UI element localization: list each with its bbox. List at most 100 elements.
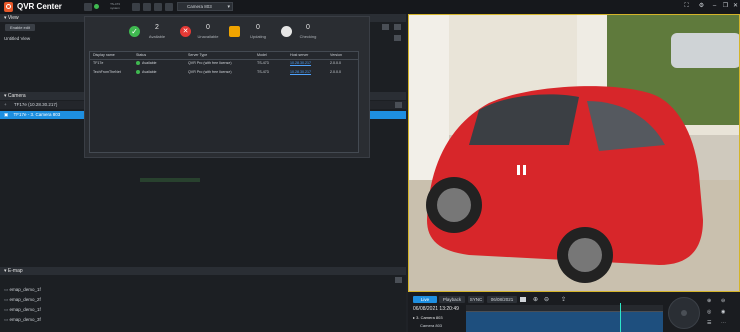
layout-4-icon[interactable] bbox=[165, 3, 173, 11]
emap-label: emap_demo_2f bbox=[9, 297, 41, 302]
zoom-out-icon[interactable]: ⊖ bbox=[721, 298, 725, 304]
emap-label: emap_demo_1f bbox=[9, 287, 41, 292]
cell-version: 2.0.0.0 bbox=[330, 61, 341, 65]
emap-label: emap_demo_3f bbox=[9, 317, 41, 322]
app-title: QVR Center bbox=[17, 2, 62, 11]
chevron-down-icon: ▾ bbox=[227, 4, 230, 10]
col-header: Version bbox=[330, 53, 342, 57]
updating-label: Updating bbox=[249, 34, 266, 39]
chevron-down-icon: ▾ bbox=[4, 93, 7, 99]
date-field[interactable]: 06/08/2021 bbox=[487, 296, 517, 303]
list-item[interactable]: ▭ emap_demo_3f bbox=[4, 317, 41, 323]
close-icon[interactable]: ✕ bbox=[732, 3, 739, 10]
cell-model: TS-473 bbox=[257, 61, 269, 65]
playback-timestamp: 06/08/2021 13:20:49 bbox=[413, 306, 459, 312]
host-link[interactable]: 10.28.30.217 bbox=[290, 69, 311, 76]
view-option-icon[interactable] bbox=[394, 35, 401, 41]
focus-icon[interactable]: ◎ bbox=[707, 309, 711, 315]
camera-server-label: TF17e (10.28.30.217) bbox=[13, 102, 58, 107]
camera-panel-title: Camera bbox=[7, 93, 26, 99]
col-header: Model bbox=[257, 53, 267, 57]
cell-model: TS-473 bbox=[257, 70, 269, 74]
calendar-icon[interactable] bbox=[520, 297, 526, 302]
fullscreen-icon[interactable]: ⛶ bbox=[683, 3, 690, 10]
minimize-icon[interactable]: – bbox=[711, 3, 718, 10]
more-icon[interactable]: ⋯ bbox=[721, 320, 726, 326]
camera-icon: ▣ bbox=[4, 112, 9, 117]
available-label: Available bbox=[148, 34, 166, 39]
monitor-icon[interactable] bbox=[84, 3, 92, 11]
col-header: Display name bbox=[93, 53, 115, 57]
view-item-label: Untitled View bbox=[4, 36, 31, 41]
add-view-icon[interactable] bbox=[382, 24, 389, 30]
col-header: Status bbox=[136, 53, 147, 57]
add-icon[interactable]: + bbox=[4, 102, 7, 107]
chevron-down-icon: ▾ bbox=[4, 15, 7, 21]
enable-edit-button[interactable]: Enable edit bbox=[5, 24, 35, 31]
checking-count: 0 bbox=[306, 24, 310, 31]
camera-label-text: 3. Camera 803 bbox=[416, 315, 443, 320]
settings-icon[interactable]: ⚙ bbox=[698, 3, 705, 10]
table-header: Display name Status Server Type Model Ho… bbox=[90, 52, 358, 60]
camera-option-icon[interactable] bbox=[395, 102, 402, 108]
emap-label: emap_demo_1f bbox=[9, 307, 41, 312]
unavailable-label: Unavailable bbox=[197, 34, 219, 39]
emap-panel-header: ▾ E-map bbox=[0, 267, 406, 275]
chevron-down-icon: ▾ bbox=[4, 268, 7, 274]
updating-count: 0 bbox=[256, 24, 260, 31]
unavailable-count: 0 bbox=[206, 24, 210, 31]
cell-name: TechFromTheNet bbox=[93, 70, 121, 74]
emap-add-icon[interactable] bbox=[395, 277, 402, 283]
preset-icon[interactable]: ☰ bbox=[707, 320, 711, 326]
export-icon[interactable]: ⇪ bbox=[561, 296, 566, 303]
list-item[interactable]: ▭ emap_demo_1f bbox=[4, 307, 41, 313]
layout-1-icon[interactable] bbox=[132, 3, 140, 11]
server-info[interactable]: TS-473 system bbox=[104, 2, 126, 10]
zoom-in-icon[interactable]: ⊕ bbox=[707, 298, 711, 304]
cell-status: Available bbox=[142, 61, 157, 65]
video-frame bbox=[409, 15, 739, 291]
list-item[interactable]: ▭ emap_demo_1f bbox=[4, 287, 41, 293]
ptz-center-icon[interactable] bbox=[681, 310, 687, 316]
col-header: Host server bbox=[290, 53, 309, 57]
table-row[interactable]: TechFromTheNet Available QVR Pro (with f… bbox=[90, 69, 358, 76]
cell-type: QVR Pro (with free license) bbox=[188, 61, 232, 65]
zoom-in-icon[interactable]: ⊕ bbox=[533, 296, 538, 303]
camera-video-view[interactable] bbox=[408, 14, 740, 292]
timeline-cursor[interactable] bbox=[620, 303, 621, 332]
table-row[interactable]: TF17e Available QVR Pro (with free licen… bbox=[90, 60, 358, 67]
iris-icon[interactable]: ◉ bbox=[721, 309, 725, 315]
live-button[interactable]: Live bbox=[413, 296, 437, 303]
cell-version: 2.0.0.0 bbox=[330, 70, 341, 74]
resize-handle[interactable] bbox=[140, 178, 200, 182]
camera-select-value: Camera 803 bbox=[187, 4, 212, 9]
list-item[interactable]: Untitled View bbox=[4, 36, 30, 41]
layout-2-icon[interactable] bbox=[143, 3, 151, 11]
camera-row-label: TF17e - 3. Camera 803 bbox=[13, 112, 61, 117]
emap-panel-title: E-map bbox=[7, 268, 23, 274]
cell-status: Available bbox=[142, 70, 157, 74]
layout-3-icon[interactable] bbox=[154, 3, 162, 11]
list-item[interactable]: ▭ emap_demo_2f bbox=[4, 297, 41, 303]
view-panel-title: View bbox=[7, 15, 19, 21]
save-view-icon[interactable] bbox=[394, 24, 401, 30]
available-count: 2 bbox=[155, 24, 159, 31]
available-icon bbox=[136, 61, 140, 66]
cell-name: TF17e bbox=[93, 61, 104, 65]
restore-icon[interactable]: ❐ bbox=[722, 3, 729, 10]
playback-button[interactable]: Playback bbox=[439, 296, 465, 303]
cell-type: QVR Pro (with free license) bbox=[188, 70, 232, 74]
server-sub: system bbox=[110, 6, 120, 10]
available-icon bbox=[136, 70, 140, 75]
server-table: Display name Status Server Type Model Ho… bbox=[89, 51, 359, 153]
zoom-out-icon[interactable]: ⊖ bbox=[544, 296, 549, 303]
status-dot-icon bbox=[94, 4, 99, 9]
checking-label: Checking bbox=[299, 34, 317, 39]
timeline-ruler[interactable] bbox=[466, 305, 663, 312]
col-header: Server Type bbox=[188, 53, 208, 57]
camera-label[interactable]: ▸ 3. Camera 803 bbox=[413, 315, 443, 320]
sync-button[interactable]: SYNC bbox=[468, 296, 484, 303]
camera-row-text: Camera 803 bbox=[420, 323, 443, 328]
camera-select[interactable]: Camera 803 ▾ bbox=[177, 2, 233, 11]
host-link[interactable]: 10.28.30.217 bbox=[290, 60, 311, 67]
